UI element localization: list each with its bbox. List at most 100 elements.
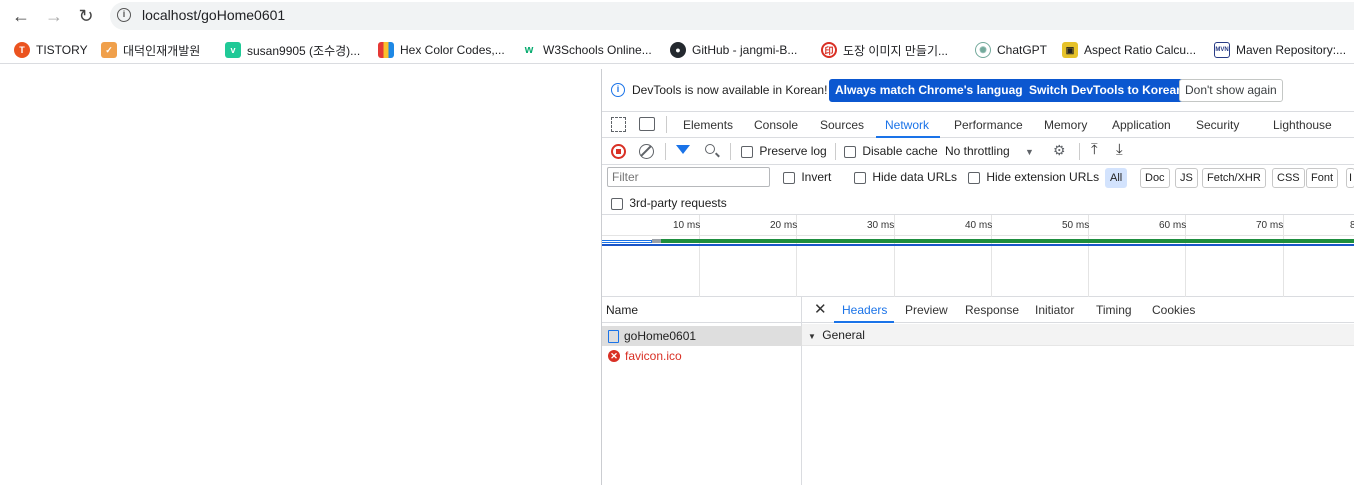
bookmark-label: GitHub - jangmi-B... — [692, 43, 798, 57]
tab-elements[interactable]: Elements — [683, 118, 733, 132]
disable-cache-label: Disable cache — [862, 144, 938, 158]
bookmark-w3schools[interactable]: w W3Schools Online... — [521, 41, 652, 59]
bookmark-velog[interactable]: v susan9905 (조수경)... — [225, 41, 360, 59]
tab-network[interactable]: Network — [885, 118, 929, 132]
general-section-header[interactable]: ▼ General — [802, 324, 1354, 346]
filter-chip-js[interactable]: JS — [1175, 168, 1198, 188]
hex-colors-icon — [378, 42, 394, 58]
bookmark-label: 대덕인재개발원 — [123, 43, 201, 58]
tab-security[interactable]: Security — [1196, 118, 1239, 132]
inspect-element-icon[interactable] — [611, 117, 626, 132]
timeline-tick-label: 50 ms — [1062, 220, 1090, 231]
hide-extension-urls-checkbox[interactable]: Hide extension URLs — [968, 170, 1099, 184]
info-icon: i — [611, 83, 625, 97]
tab-application[interactable]: Application — [1112, 118, 1171, 132]
request-row[interactable]: ✕ favicon.ico — [602, 346, 802, 366]
export-har-icon[interactable]: ⤓ — [1116, 141, 1123, 158]
bookmark-github[interactable]: ● GitHub - jangmi-B... — [670, 41, 797, 59]
infobar-message: DevTools is now available in Korean! — [632, 83, 828, 97]
site-info-icon[interactable]: i — [117, 8, 131, 22]
tab-memory[interactable]: Memory — [1044, 118, 1087, 132]
timeline-tick-label: 20 ms — [770, 220, 798, 231]
github-icon: ● — [670, 42, 686, 58]
bookmark-label: TISTORY — [36, 43, 88, 57]
record-stop-icon[interactable] — [611, 144, 626, 159]
filter-row: Invert Hide data URLs Hide extension URL… — [602, 165, 1354, 190]
bookmark-chatgpt[interactable]: ✺ ChatGPT — [975, 41, 1047, 59]
tab-initiator[interactable]: Initiator — [1035, 303, 1074, 317]
third-party-checkbox[interactable]: 3rd-party requests — [611, 196, 727, 210]
bookmark-daedeok[interactable]: ✓ 대덕인재개발원 — [101, 41, 200, 59]
bookmark-aspect-ratio[interactable]: ▣ Aspect Ratio Calcu... — [1062, 41, 1196, 59]
stamp-icon: 印 — [821, 42, 837, 58]
disable-cache-checkbox[interactable]: Disable cache — [844, 144, 938, 158]
tab-timing[interactable]: Timing — [1096, 303, 1132, 317]
hide-extension-urls-label: Hide extension URLs — [986, 170, 1100, 184]
request-detail-pane: ✕ Headers Preview Response Initiator Tim… — [802, 297, 1354, 485]
checkbox-box[interactable] — [611, 197, 623, 210]
bookmark-label: W3Schools Online... — [543, 43, 652, 57]
timeline-tick-label: 10 ms — [673, 220, 701, 231]
filter-chip-font[interactable]: Font — [1306, 168, 1339, 188]
invert-checkbox[interactable]: Invert — [783, 170, 831, 184]
url-text[interactable]: localhost/goHome0601 — [142, 7, 285, 23]
back-arrow-icon[interactable]: ← — [8, 3, 34, 29]
tab-performance[interactable]: Performance — [954, 118, 1023, 132]
checkbox-box[interactable] — [854, 171, 866, 184]
bookmark-label: Aspect Ratio Calcu... — [1084, 43, 1197, 57]
filter-chip-doc[interactable]: Doc — [1140, 168, 1170, 188]
tab-headers[interactable]: Headers — [842, 303, 887, 317]
tab-preview[interactable]: Preview — [905, 303, 948, 317]
bookmark-label: susan9905 (조수경)... — [247, 43, 361, 58]
timeline-bar-queue — [602, 240, 652, 243]
reload-icon[interactable]: ↻ — [73, 3, 99, 29]
third-party-label: 3rd-party requests — [629, 196, 727, 210]
general-title: General — [822, 328, 865, 342]
checkbox-box[interactable] — [741, 145, 753, 158]
checkbox-box[interactable] — [968, 171, 980, 184]
hide-data-urls-label: Hide data URLs — [872, 170, 958, 184]
network-conditions-icon[interactable]: ⚙ — [1053, 142, 1066, 159]
tab-sources[interactable]: Sources — [820, 118, 864, 132]
filter-chip-fetch-xhr[interactable]: Fetch/XHR — [1202, 168, 1266, 188]
address-bar[interactable] — [110, 2, 1354, 30]
devtools-panel: i DevTools is now available in Korean! A… — [601, 69, 1354, 485]
detail-tabbar: ✕ Headers Preview Response Initiator Tim… — [802, 297, 1354, 323]
checkbox-box[interactable] — [844, 145, 856, 158]
filter-chip-all[interactable]: All — [1105, 168, 1128, 188]
filter-input[interactable] — [607, 167, 770, 187]
always-match-language-button[interactable]: Always match Chrome's language — [829, 79, 1036, 102]
forward-arrow-icon[interactable]: → — [41, 3, 67, 29]
network-overview-timeline[interactable]: 10 ms 20 ms 30 ms 40 ms 50 ms 60 ms 70 m… — [602, 215, 1354, 297]
timeline-tick-label: 30 ms — [867, 220, 895, 231]
tab-console[interactable]: Console — [754, 118, 798, 132]
throttling-value: No throttling — [945, 144, 1010, 158]
bookmark-tistory[interactable]: T TISTORY — [14, 41, 88, 59]
maven-icon: MVN — [1214, 42, 1230, 58]
search-icon[interactable] — [705, 144, 715, 154]
tab-cookies[interactable]: Cookies — [1152, 303, 1195, 317]
close-icon[interactable]: ✕ — [814, 300, 827, 318]
filter-chip-css[interactable]: CSS — [1272, 168, 1305, 188]
dont-show-again-button[interactable]: Don't show again — [1179, 79, 1283, 102]
tab-response[interactable]: Response — [965, 303, 1019, 317]
filter-chip-img[interactable]: I — [1346, 168, 1354, 188]
checkbox-box[interactable] — [783, 171, 795, 184]
bookmark-hex-colors[interactable]: Hex Color Codes,... — [378, 41, 505, 59]
timeline-tick-label: 60 ms — [1159, 220, 1187, 231]
bookmark-maven[interactable]: MVN Maven Repository:... — [1214, 41, 1346, 59]
hide-data-urls-checkbox[interactable]: Hide data URLs — [854, 170, 957, 184]
preserve-log-label: Preserve log — [759, 144, 827, 158]
throttling-select[interactable]: No throttling ▼ — [945, 144, 1034, 158]
name-column-header[interactable]: Name — [602, 297, 802, 323]
import-har-icon[interactable]: ⤒ — [1091, 141, 1098, 158]
chevron-down-icon: ▼ — [1025, 147, 1034, 157]
bookmark-stamp[interactable]: 印 도장 이미지 만들기... — [821, 41, 948, 59]
tab-lighthouse[interactable]: Lighthouse — [1273, 118, 1332, 132]
filter-funnel-icon[interactable] — [676, 145, 690, 154]
clear-icon[interactable] — [639, 144, 654, 159]
request-row[interactable]: goHome0601 — [602, 326, 802, 346]
preserve-log-checkbox[interactable]: Preserve log — [741, 144, 827, 158]
switch-to-korean-button[interactable]: Switch DevTools to Korean — [1023, 79, 1190, 102]
device-toolbar-icon[interactable] — [639, 117, 655, 131]
